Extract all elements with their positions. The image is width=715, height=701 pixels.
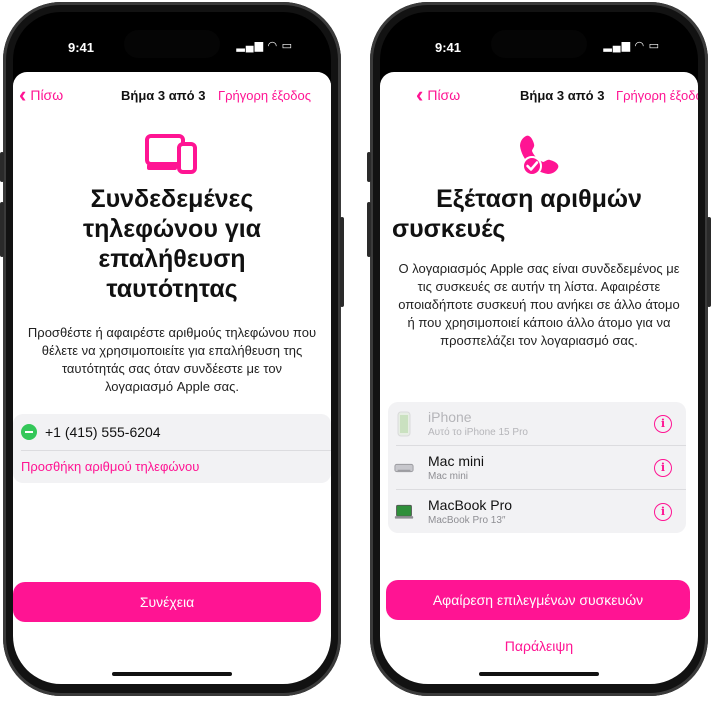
device-subtitle: Mac mini bbox=[428, 471, 469, 482]
quick-exit-link[interactable]: Γρήγορη έξοδος bbox=[616, 88, 698, 103]
home-indicator bbox=[479, 672, 599, 676]
title-line-3: επαλήθευση bbox=[98, 245, 246, 273]
title-line-1: Συνδεδεμένες bbox=[90, 185, 254, 213]
phone-number-card: +1 (415) 555-6204 Προσθήκη αριθμού τηλεφ… bbox=[13, 414, 331, 483]
side-button bbox=[340, 217, 344, 307]
back-button[interactable]: ‹ Πίσω bbox=[416, 82, 461, 107]
info-icon[interactable]: i bbox=[654, 458, 672, 477]
device-name: Mac mini bbox=[428, 453, 485, 469]
device-subtitle: Αυτό το iPhone 15 Pro bbox=[428, 427, 528, 438]
status-icons: ▂▄▆ ◠ ▭ bbox=[236, 40, 293, 52]
title-line-4: ταυτότητας bbox=[106, 275, 238, 303]
device-list: iPhone Αυτό το iPhone 15 Pro i Mac mini … bbox=[388, 402, 686, 533]
side-button bbox=[367, 202, 371, 257]
side-button bbox=[0, 202, 4, 257]
back-button[interactable]: ‹ Πίσω bbox=[19, 82, 64, 107]
device-row-macbook-pro: MacBook Pro MacBook Pro 13″ i bbox=[388, 490, 686, 533]
phone-frame-left: 9:41 ▂▄▆ ◠ ▭ ‹ Πίσω Βήμα 3 από 3 Γρήγορη… bbox=[0, 2, 344, 696]
description: Ο λογαριασμός Apple σας είναι συνδεδεμέν… bbox=[398, 261, 680, 348]
phone-number: +1 (415) 555-6204 bbox=[45, 424, 161, 440]
status-icons: ▂▄▆ ◠ ▭ bbox=[603, 40, 660, 52]
info-icon[interactable]: i bbox=[654, 502, 672, 521]
status-time: 9:41 bbox=[435, 40, 462, 55]
step-indicator: Βήμα 3 από 3 bbox=[121, 88, 206, 103]
status-bar: 9:41 ▂▄▆ ◠ ▭ bbox=[13, 12, 331, 72]
nav-bar: ‹ Πίσω Βήμα 3 από 3 Γρήγορη έξοδος bbox=[13, 82, 331, 110]
back-label: Πίσω bbox=[427, 87, 461, 103]
remove-selected-devices-button[interactable]: Αφαίρεση επιλεγμένων συσκευών bbox=[386, 580, 690, 620]
devices-icon bbox=[145, 132, 199, 179]
device-name: iPhone bbox=[428, 409, 472, 425]
device-row-mac-mini: Mac mini Mac mini i bbox=[388, 446, 686, 489]
status-time: 9:41 bbox=[68, 40, 95, 55]
info-icon[interactable]: i bbox=[654, 414, 672, 433]
side-button bbox=[367, 152, 371, 182]
screen-left: 9:41 ▂▄▆ ◠ ▭ ‹ Πίσω Βήμα 3 από 3 Γρήγορη… bbox=[13, 12, 331, 684]
description: Προσθέστε ή αφαιρέστε αριθμούς τηλεφώνου… bbox=[27, 325, 317, 394]
home-indicator bbox=[112, 672, 232, 676]
mac-mini-icon bbox=[394, 462, 414, 474]
sheet-main: ‹ Πίσω Βήμα 3 από 3 Γρήγορη έξοδος Συνδε… bbox=[13, 72, 331, 684]
device-name: MacBook Pro bbox=[428, 497, 513, 513]
side-button bbox=[707, 217, 711, 307]
title-line-2: συσκευές bbox=[392, 215, 506, 243]
chevron-left-icon: ‹ bbox=[416, 82, 424, 107]
phone-frame-right: 9:41 ▂▄▆ ◠ ▭ ‹ Πίσω Βήμα 3 από 3 Γρήγορη… bbox=[367, 2, 711, 696]
title-line-1: Εξέταση αριθμών bbox=[436, 185, 642, 213]
macbook-icon bbox=[394, 503, 414, 521]
add-phone-number-link[interactable]: Προσθήκη αριθμού τηλεφώνου bbox=[13, 451, 331, 483]
title-line-2: τηλεφώνου για bbox=[82, 215, 262, 243]
nav-bar: ‹ Πίσω Βήμα 3 από 3 Γρήγορη έξοδος bbox=[380, 82, 698, 110]
dynamic-island bbox=[491, 30, 587, 58]
quick-exit-link[interactable]: Γρήγορη έξοδος bbox=[218, 88, 311, 103]
phone-check-icon bbox=[516, 132, 562, 183]
iphone-icon bbox=[394, 411, 414, 437]
continue-button[interactable]: Συνέχεια bbox=[13, 582, 321, 622]
remove-number-icon[interactable] bbox=[21, 424, 37, 440]
device-subtitle: MacBook Pro 13″ bbox=[428, 515, 506, 526]
sheet-main: ‹ Πίσω Βήμα 3 από 3 Γρήγορη έξοδος Εξέτα… bbox=[380, 72, 698, 684]
back-label: Πίσω bbox=[30, 87, 64, 103]
chevron-left-icon: ‹ bbox=[19, 82, 27, 107]
status-bar: 9:41 ▂▄▆ ◠ ▭ bbox=[380, 12, 698, 72]
step-indicator: Βήμα 3 από 3 bbox=[520, 88, 605, 103]
device-row-iphone: iPhone Αυτό το iPhone 15 Pro i bbox=[388, 402, 686, 445]
skip-button[interactable]: Παράλειψη bbox=[380, 638, 698, 654]
dynamic-island bbox=[124, 30, 220, 58]
phone-number-row: +1 (415) 555-6204 bbox=[13, 414, 331, 450]
side-button bbox=[0, 152, 4, 182]
screen-right: 9:41 ▂▄▆ ◠ ▭ ‹ Πίσω Βήμα 3 από 3 Γρήγορη… bbox=[380, 12, 698, 684]
